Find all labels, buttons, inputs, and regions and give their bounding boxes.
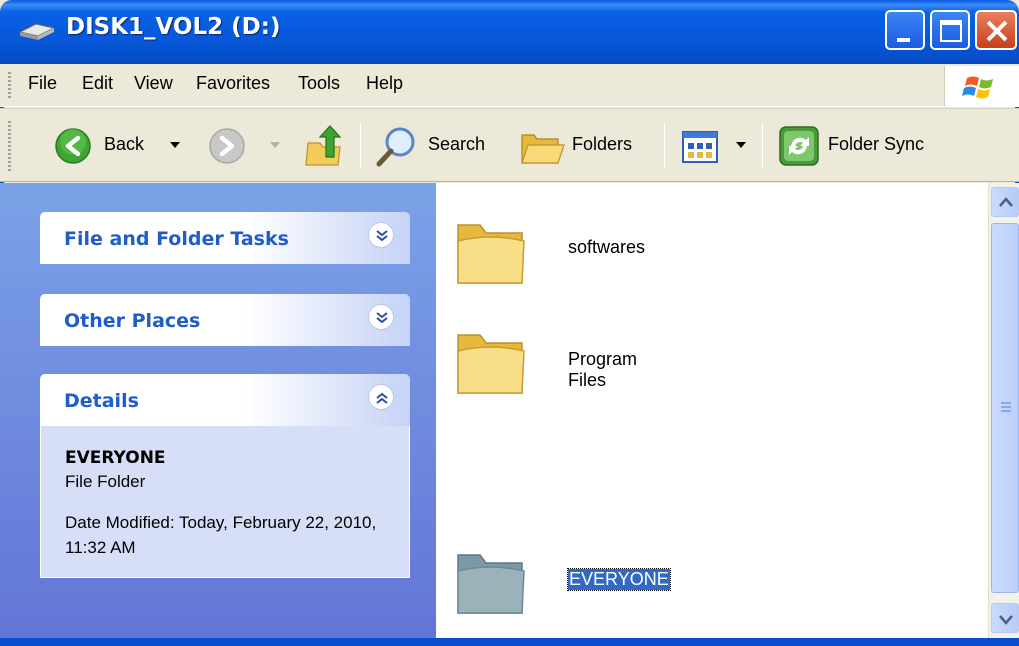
arrow-up-icon bbox=[999, 197, 1013, 207]
arrow-down-icon bbox=[999, 615, 1013, 625]
menu-edit[interactable]: Edit bbox=[82, 73, 113, 94]
expand-button[interactable] bbox=[368, 304, 394, 330]
window-border-bottom bbox=[0, 638, 1019, 646]
minimize-button[interactable] bbox=[885, 10, 925, 50]
menu-favorites[interactable]: Favorites bbox=[196, 73, 270, 94]
scroll-up-button[interactable] bbox=[991, 187, 1019, 217]
close-button[interactable] bbox=[975, 10, 1017, 50]
back-dropdown-arrow-icon[interactable] bbox=[170, 142, 180, 150]
folder-name: Program Files bbox=[568, 349, 638, 390]
scroll-thumb[interactable] bbox=[991, 223, 1019, 593]
details-name: EVERYONE bbox=[65, 448, 166, 468]
folder-name: EVERYONE bbox=[567, 568, 671, 591]
expand-button[interactable] bbox=[368, 222, 394, 248]
menu-grip[interactable] bbox=[8, 72, 11, 100]
toolbar-separator bbox=[664, 123, 665, 169]
up-folder-icon[interactable] bbox=[304, 123, 346, 169]
file-and-folder-tasks-header[interactable]: File and Folder Tasks bbox=[40, 212, 410, 264]
chevron-down-icon bbox=[376, 312, 388, 324]
folder-icon bbox=[457, 334, 525, 394]
chevron-up-icon bbox=[376, 392, 388, 404]
folder-sync-button[interactable]: Folder Sync bbox=[828, 134, 924, 155]
search-icon[interactable] bbox=[374, 125, 418, 169]
windows-logo bbox=[944, 66, 1019, 106]
minimize-icon bbox=[897, 38, 910, 42]
folder-icon bbox=[457, 224, 525, 284]
explorer-window: DISK1_VOL2 (D:) File Edit View Favorites… bbox=[0, 0, 1019, 646]
views-icon[interactable] bbox=[682, 131, 718, 163]
other-places-title: Other Places bbox=[64, 310, 201, 332]
details-type: File Folder bbox=[65, 472, 146, 491]
list-item[interactable]: Program Files bbox=[454, 323, 637, 404]
maximize-button[interactable] bbox=[930, 10, 970, 50]
details-panel-body: EVERYONE File Folder Date Modified: Toda… bbox=[40, 426, 410, 578]
menu-view[interactable]: View bbox=[134, 73, 173, 94]
menu-bar: File Edit View Favorites Tools Help bbox=[0, 64, 1019, 107]
search-button[interactable]: Search bbox=[428, 134, 485, 155]
toolbar-separator bbox=[762, 123, 763, 169]
details-title: Details bbox=[64, 390, 139, 412]
forward-dropdown-arrow-icon[interactable] bbox=[270, 142, 280, 150]
menu-file[interactable]: File bbox=[28, 73, 57, 94]
details-date-modified: Date Modified: Today, February 22, 2010,… bbox=[65, 513, 377, 557]
menu-help[interactable]: Help bbox=[366, 73, 403, 94]
maximize-icon bbox=[940, 20, 962, 42]
other-places-header[interactable]: Other Places bbox=[40, 294, 410, 346]
menu-tools[interactable]: Tools bbox=[298, 73, 340, 94]
folders-icon[interactable] bbox=[520, 127, 566, 167]
toolbar-separator bbox=[360, 123, 361, 169]
close-icon bbox=[986, 20, 1008, 42]
vertical-scrollbar[interactable] bbox=[988, 183, 1019, 638]
details-header[interactable]: Details bbox=[40, 374, 410, 426]
folders-button[interactable]: Folders bbox=[572, 134, 632, 155]
scroll-grip bbox=[1001, 402, 1011, 412]
file-list-area[interactable]: softwares Program Files EVERYONE bbox=[436, 183, 988, 638]
title-bar[interactable]: DISK1_VOL2 (D:) bbox=[0, 0, 1019, 64]
folder-icon bbox=[457, 554, 525, 614]
views-dropdown-arrow-icon[interactable] bbox=[736, 142, 746, 150]
drive-icon bbox=[18, 23, 56, 40]
window-title: DISK1_VOL2 (D:) bbox=[66, 14, 281, 40]
list-item-selected[interactable]: EVERYONE bbox=[454, 543, 671, 624]
file-and-folder-tasks-title: File and Folder Tasks bbox=[64, 228, 289, 250]
forward-arrow-icon[interactable] bbox=[208, 127, 246, 165]
back-arrow-icon[interactable] bbox=[54, 127, 92, 165]
scroll-down-button[interactable] bbox=[991, 603, 1019, 633]
list-item[interactable]: softwares bbox=[454, 213, 645, 294]
folder-name: softwares bbox=[568, 237, 646, 257]
collapse-button[interactable] bbox=[368, 384, 394, 410]
chevron-down-icon bbox=[376, 230, 388, 242]
back-button[interactable]: Back bbox=[104, 134, 144, 155]
toolbar-grip[interactable] bbox=[8, 121, 11, 171]
standard-toolbar: Back Search Folders Folder Sync bbox=[0, 108, 1019, 182]
folder-sync-icon[interactable] bbox=[778, 125, 820, 167]
